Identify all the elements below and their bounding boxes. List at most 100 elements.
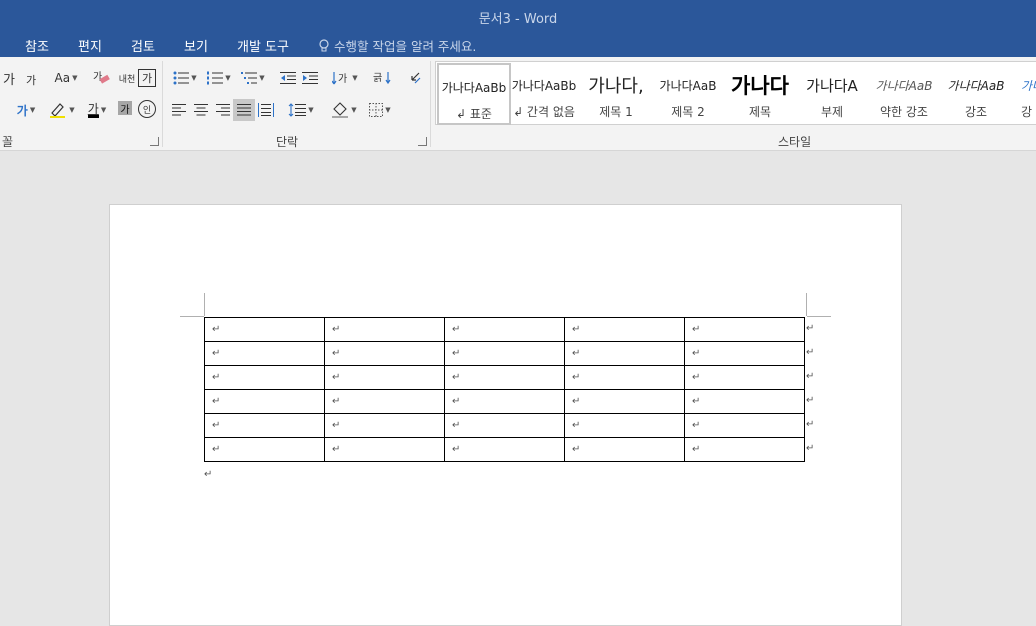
tab-mailings[interactable]: 편지	[78, 36, 102, 55]
numbering-icon[interactable]: ▼	[204, 69, 234, 87]
table-cell[interactable]: ↵	[204, 437, 325, 462]
table-cell[interactable]: ↵	[684, 365, 805, 390]
line-spacing-icon[interactable]: ▼	[287, 101, 315, 119]
tab-review[interactable]: 검토	[131, 36, 155, 55]
style-subtle-emphasis[interactable]: 가나다AaB 약한 강조	[869, 63, 939, 121]
change-case-label: Aa	[54, 71, 71, 85]
table-cell[interactable]: ↵	[204, 341, 325, 366]
distributed-icon[interactable]	[257, 101, 275, 119]
row-end-mark: ↵	[806, 443, 815, 454]
cell-paragraph-mark: ↵	[572, 420, 581, 431]
text-direction-icon[interactable]: 가 ▼	[331, 69, 359, 87]
table-cell[interactable]: ↵	[444, 341, 565, 366]
table-cell[interactable]: ↵	[324, 413, 445, 438]
table-cell[interactable]: ↵	[684, 437, 805, 462]
svg-text:가: 가	[338, 73, 347, 85]
phonetic-guide-icon[interactable]: 내천	[117, 69, 137, 87]
table-cell[interactable]: ↵	[564, 317, 685, 342]
style-heading-1[interactable]: 가나다, 제목 1	[581, 63, 651, 121]
style-heading-2[interactable]: 가나다AaB 제목 2	[653, 63, 723, 121]
cell-paragraph-mark: ↵	[572, 348, 581, 359]
row-end-mark: ↵	[806, 395, 815, 406]
tab-references[interactable]: 참조	[25, 36, 49, 55]
style-title[interactable]: 가나다 제목	[725, 63, 795, 121]
table-cell[interactable]: ↵	[564, 389, 685, 414]
shading-icon[interactable]: ▼	[329, 101, 359, 119]
clear-formatting-icon[interactable]: 가	[93, 69, 111, 87]
cell-paragraph-mark: ↵	[692, 420, 701, 431]
table-cell[interactable]: ↵	[204, 317, 325, 342]
style-no-spacing[interactable]: 가나다AaBb ↲ 간격 없음	[509, 63, 579, 121]
style-preview: 가나다AaBb	[511, 78, 577, 93]
highlight-icon[interactable]: ▼	[47, 101, 77, 119]
table-cell[interactable]: ↵	[444, 317, 565, 342]
table-row: ↵ ↵ ↵ ↵ ↵	[204, 365, 805, 390]
table-cell[interactable]: ↵	[204, 389, 325, 414]
cell-paragraph-mark: ↵	[212, 348, 221, 359]
cell-paragraph-mark: ↵	[452, 444, 461, 455]
table-cell[interactable]: ↵	[564, 437, 685, 462]
decrease-indent-icon[interactable]	[279, 69, 297, 87]
tab-view[interactable]: 보기	[184, 36, 208, 55]
title-bar: 문서3 - Word 참조 편지 검토 보기 개발 도구 수행할 작업을 알려 …	[0, 0, 1036, 57]
table-cell[interactable]: ↵	[444, 365, 565, 390]
document-table[interactable]: ↵ ↵ ↵ ↵ ↵ ↵ ↵ ↵ ↵ ↵ ↵ ↵ ↵ ↵ ↵ ↵ ↵ ↵ ↵ ↵ ↵ ↵ ↵ ↵ ↵ ↵ ↵ ↵ ↵ ↵	[204, 317, 805, 462]
table-cell[interactable]: ↵	[444, 389, 565, 414]
row-end-mark: ↵	[806, 419, 815, 430]
style-normal[interactable]: 가나다AaBb ↲ 표준	[437, 63, 511, 125]
justify-icon[interactable]	[233, 99, 255, 121]
lightbulb-icon	[319, 38, 329, 51]
table-cell[interactable]: ↵	[684, 413, 805, 438]
character-border-icon[interactable]: 가	[138, 69, 156, 87]
table-cell[interactable]: ↵	[564, 341, 685, 366]
table-cell[interactable]: ↵	[564, 365, 685, 390]
style-intense-emphasis[interactable]: 가나 강	[1013, 63, 1036, 121]
group-divider	[162, 61, 163, 147]
cell-paragraph-mark: ↵	[572, 444, 581, 455]
tell-me-box[interactable]: 수행할 작업을 알려 주세요.	[318, 36, 476, 55]
font-color-icon[interactable]: 가 ▼	[82, 101, 112, 119]
style-name: 강	[1021, 105, 1033, 119]
table-cell[interactable]: ↵	[324, 341, 445, 366]
align-left-icon[interactable]	[170, 101, 188, 119]
table-cell[interactable]: ↵	[204, 413, 325, 438]
table-cell[interactable]: ↵	[324, 365, 445, 390]
grow-font-icon[interactable]: 가	[2, 69, 16, 88]
table-cell[interactable]: ↵	[684, 341, 805, 366]
style-preview: 가나다AaB	[659, 78, 717, 93]
table-cell[interactable]: ↵	[444, 413, 565, 438]
table-cell[interactable]: ↵	[324, 389, 445, 414]
multilevel-list-icon[interactable]: ▼	[238, 69, 268, 87]
cell-paragraph-mark: ↵	[452, 324, 461, 335]
bullets-icon[interactable]: ▼	[170, 69, 200, 87]
table-cell[interactable]: ↵	[684, 389, 805, 414]
styles-group-label: 스타일	[778, 135, 812, 149]
sort-icon[interactable]: 긁	[372, 69, 392, 87]
text-effects-icon[interactable]: 가 ▼	[12, 101, 40, 119]
style-name: 약한 강조	[880, 105, 928, 119]
table-cell[interactable]: ↵	[324, 437, 445, 462]
enclose-characters-icon[interactable]: 인	[138, 100, 156, 118]
table-cell[interactable]: ↵	[324, 317, 445, 342]
font-dialog-launcher-icon[interactable]	[150, 137, 159, 146]
paragraph-dialog-launcher-icon[interactable]	[418, 137, 427, 146]
style-emphasis[interactable]: 가나다AaB 강조	[941, 63, 1011, 121]
table-cell[interactable]: ↵	[564, 413, 685, 438]
table-cell[interactable]: ↵	[204, 365, 325, 390]
cell-paragraph-mark: ↵	[692, 372, 701, 383]
increase-indent-icon[interactable]	[301, 69, 319, 87]
style-subtitle[interactable]: 가나다A 부제	[797, 63, 867, 121]
document-page[interactable]: ↵ ↵ ↵ ↵ ↵ ↵ ↵ ↵ ↵ ↵ ↵ ↵ ↵ ↵ ↵ ↵ ↵ ↵ ↵ ↵ ↵ ↵ ↵ ↵ ↵ ↵ ↵ ↵ ↵ ↵ ↵ ↵ ↵ ↵ ↵ ↵ ↵	[109, 204, 902, 626]
table-row: ↵ ↵ ↵ ↵ ↵	[204, 389, 805, 414]
center-icon[interactable]	[192, 101, 210, 119]
style-preview: 가나다AaB	[947, 78, 1005, 93]
align-right-icon[interactable]	[214, 101, 232, 119]
tab-developer[interactable]: 개발 도구	[237, 36, 289, 55]
show-marks-icon[interactable]	[405, 69, 423, 87]
character-shading-icon[interactable]: 가	[118, 101, 132, 116]
change-case-icon[interactable]: Aa ▼	[52, 69, 80, 87]
shrink-font-icon[interactable]: 가	[24, 71, 38, 89]
borders-icon[interactable]: ▼	[365, 101, 395, 119]
table-cell[interactable]: ↵	[684, 317, 805, 342]
table-cell[interactable]: ↵	[444, 437, 565, 462]
